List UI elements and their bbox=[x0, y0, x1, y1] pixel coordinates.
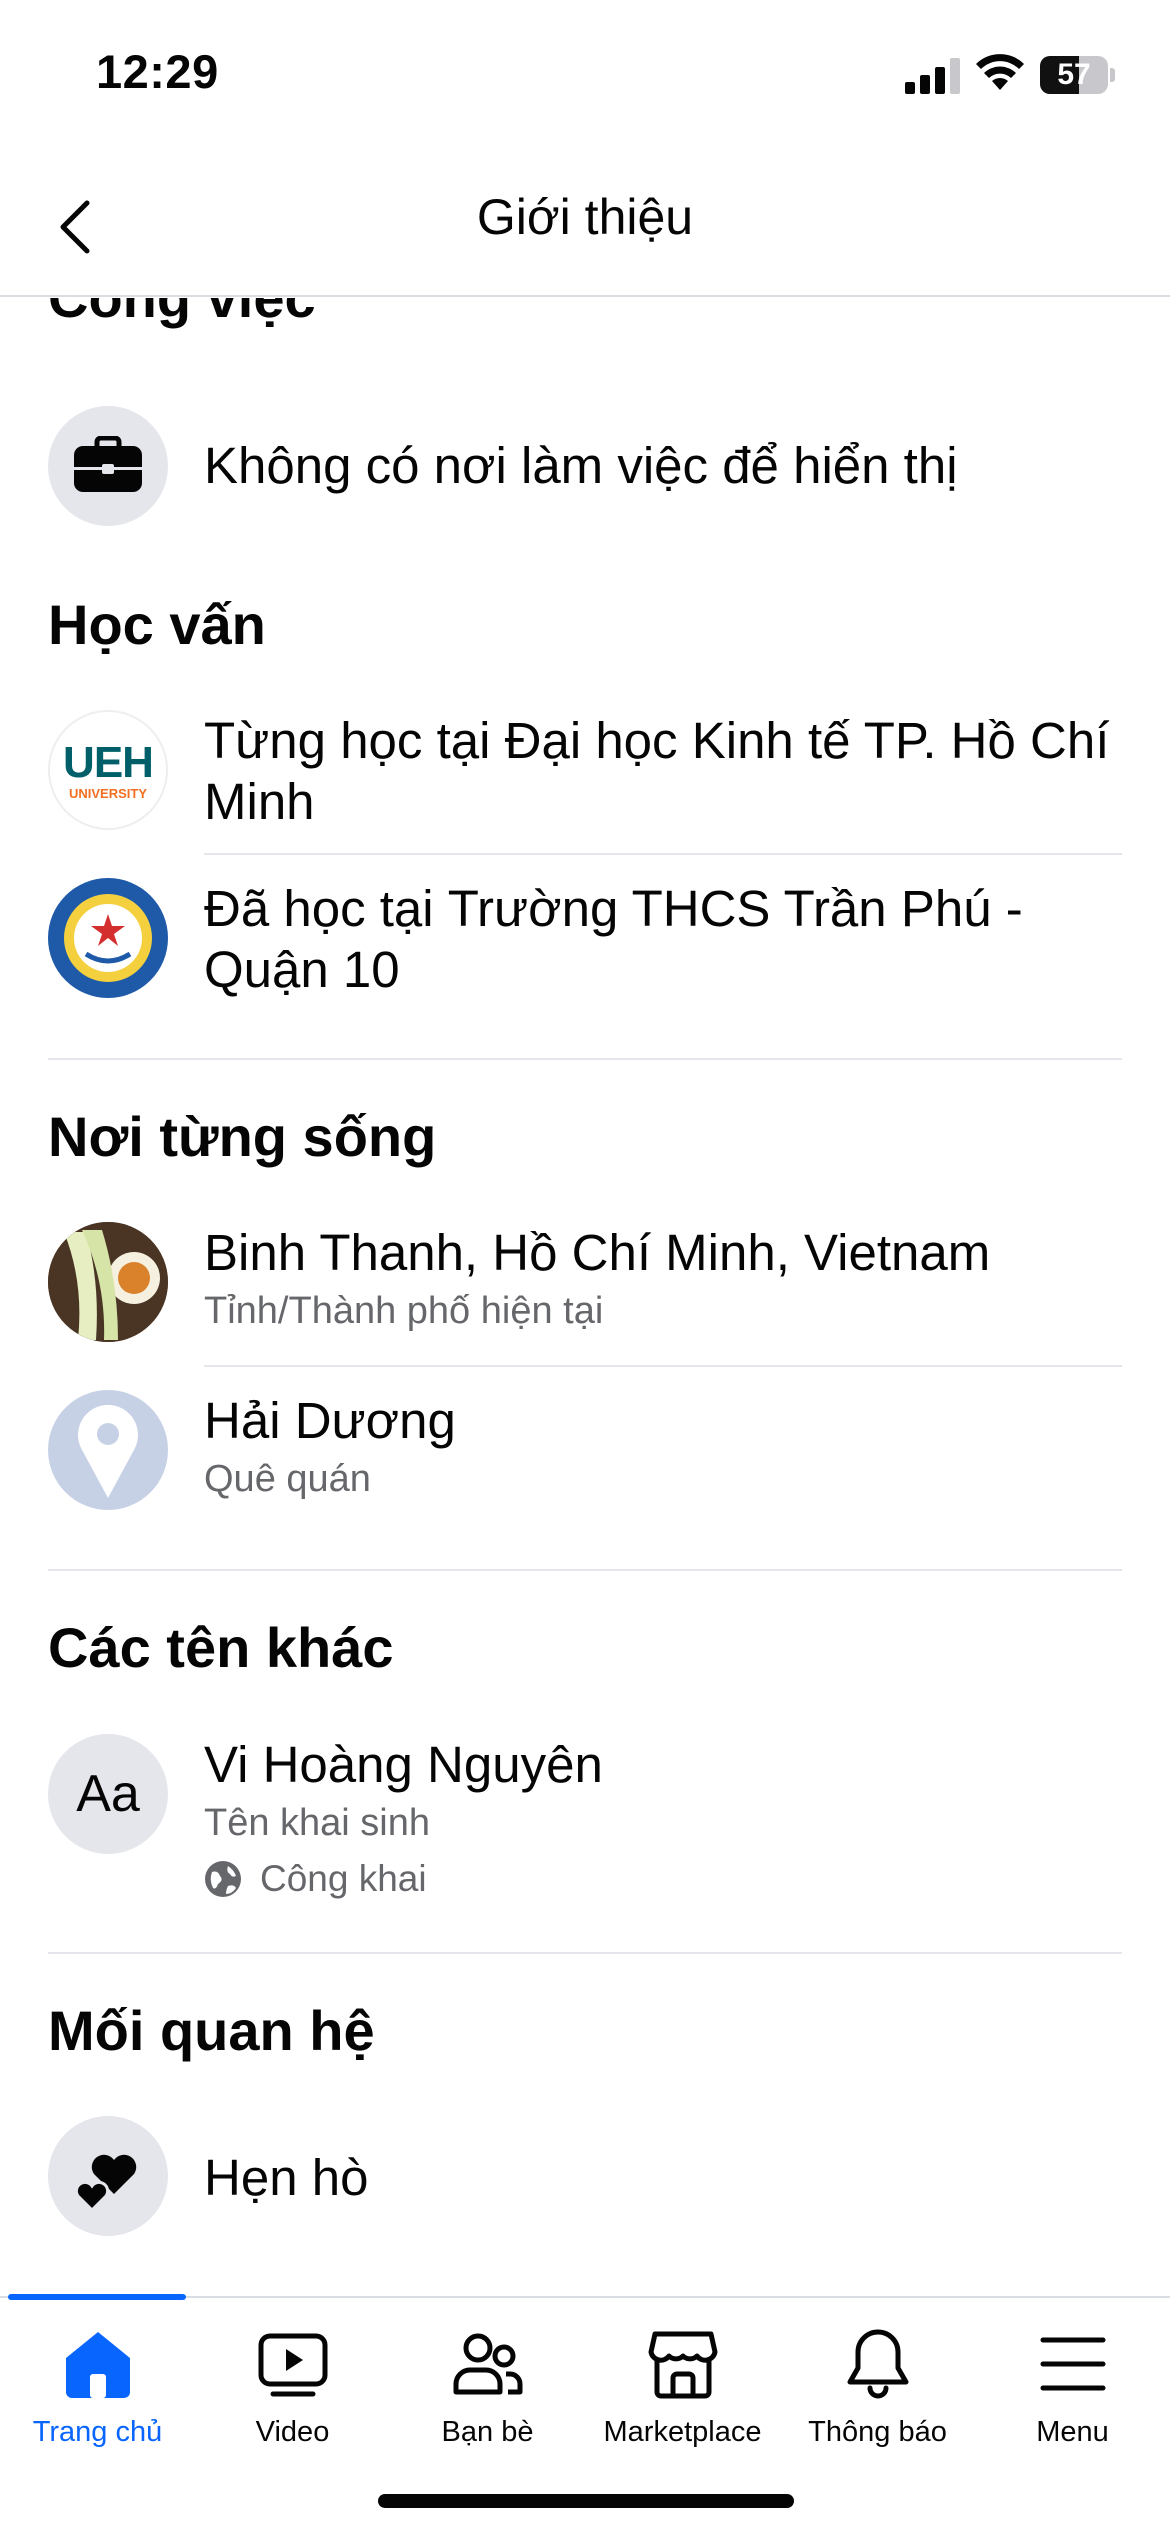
tab-friends-label: Bạn bè bbox=[441, 2416, 534, 2448]
text-aa-icon: Aa bbox=[76, 1765, 140, 1823]
education-prefix: Đã học tại bbox=[204, 880, 448, 937]
status-bar: 12:29 57 bbox=[0, 0, 1170, 140]
ueh-logo-subtext: UNIVERSITY bbox=[68, 785, 147, 801]
friends-icon bbox=[453, 2333, 522, 2395]
about-content[interactable]: Công việc Không có nơi làm việc để hiển … bbox=[0, 298, 1170, 2296]
location-pin-icon bbox=[78, 1404, 138, 1498]
tab-notifications[interactable]: Thông báo bbox=[780, 2326, 975, 2466]
place-hometown[interactable]: Hải Dương bbox=[204, 1390, 1134, 1451]
tab-notifications-label: Thông báo bbox=[808, 2416, 947, 2448]
home-indicator bbox=[378, 2494, 794, 2508]
other-name-icon: Aa bbox=[48, 1734, 168, 1854]
tab-friends[interactable]: Bạn bè bbox=[390, 2326, 585, 2466]
briefcase-icon bbox=[74, 436, 142, 492]
menu-icon bbox=[1040, 2337, 1105, 2391]
place-current-city[interactable]: Binh Thanh, Hồ Chí Minh, Vietnam bbox=[204, 1222, 1134, 1283]
tab-menu-label: Menu bbox=[1036, 2416, 1109, 2448]
work-icon-wrap bbox=[48, 406, 168, 526]
section-divider bbox=[48, 1058, 1122, 1060]
section-title-relationship: Mối quan hệ bbox=[48, 1999, 375, 2062]
hearts-icon bbox=[74, 2154, 137, 2213]
relationship-status[interactable]: Hẹn hò bbox=[204, 2147, 1134, 2208]
tab-video-label: Video bbox=[255, 2416, 330, 2448]
page-header: Giới thiệu bbox=[0, 160, 1170, 297]
status-time: 12:29 bbox=[96, 45, 219, 98]
active-tab-indicator bbox=[8, 2294, 186, 2300]
privacy-label: Công khai bbox=[260, 1858, 427, 1899]
tab-home-label: Trang chủ bbox=[32, 2416, 163, 2448]
section-title-other-names: Các tên khác bbox=[48, 1616, 394, 1679]
relationship-icon-wrap bbox=[48, 2116, 168, 2236]
tab-video[interactable]: Video bbox=[195, 2326, 390, 2466]
place-current-city-label: Tỉnh/Thành phố hiện tại bbox=[204, 1290, 604, 1332]
tab-menu[interactable]: Menu bbox=[975, 2326, 1170, 2466]
section-title-education: Học vấn bbox=[48, 593, 266, 656]
place-photo[interactable] bbox=[48, 1222, 168, 1342]
education-item-2[interactable]: Đã học tại Trường THCS Trần Phú - Quận 1… bbox=[204, 878, 1134, 1000]
ueh-logo[interactable]: UEH UNIVERSITY bbox=[48, 710, 168, 830]
section-title-work: Công việc bbox=[48, 298, 316, 330]
school-emblem-icon bbox=[50, 880, 166, 996]
hometown-icon-wrap bbox=[48, 1390, 168, 1510]
tab-home[interactable]: Trang chủ bbox=[0, 2326, 195, 2466]
privacy-indicator[interactable]: Công khai bbox=[204, 1858, 427, 1900]
other-name-type: Tên khai sinh bbox=[204, 1802, 431, 1844]
cellular-signal-icon bbox=[905, 58, 960, 94]
battery-percent: 57 bbox=[1057, 58, 1091, 91]
tran-phu-logo[interactable] bbox=[48, 878, 168, 998]
place-hometown-label: Quê quán bbox=[204, 1458, 371, 1500]
marketplace-icon bbox=[648, 2331, 717, 2399]
row-divider bbox=[204, 1365, 1122, 1367]
section-title-places: Nơi từng sống bbox=[48, 1105, 437, 1168]
tab-marketplace-label: Marketplace bbox=[603, 2416, 762, 2448]
home-icon bbox=[65, 2332, 130, 2398]
other-name-value: Vi Hoàng Nguyên bbox=[204, 1736, 603, 1793]
work-item: Không có nơi làm việc để hiển thị bbox=[204, 437, 958, 494]
tab-marketplace[interactable]: Marketplace bbox=[585, 2326, 780, 2466]
page-title: Giới thiệu bbox=[476, 189, 694, 245]
section-divider bbox=[48, 1569, 1122, 1571]
section-divider bbox=[48, 1952, 1122, 1954]
video-icon bbox=[258, 2333, 327, 2397]
food-photo-icon bbox=[48, 1222, 168, 1342]
battery-icon: 57 bbox=[1040, 56, 1115, 94]
education-prefix: Từng học tại bbox=[204, 712, 505, 769]
ueh-logo-text: UEH bbox=[63, 737, 154, 787]
bell-icon bbox=[847, 2329, 908, 2399]
globe-icon bbox=[205, 1861, 241, 1897]
wifi-icon bbox=[976, 54, 1024, 90]
row-divider bbox=[204, 853, 1122, 855]
education-item-1[interactable]: Từng học tại Đại học Kinh tế TP. Hồ Chí … bbox=[204, 710, 1134, 832]
